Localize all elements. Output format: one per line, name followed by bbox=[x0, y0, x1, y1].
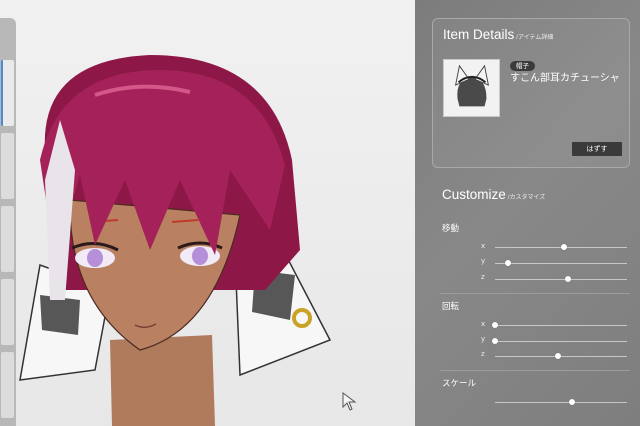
rotate-x-knob[interactable] bbox=[492, 322, 498, 328]
move-z-knob[interactable] bbox=[564, 276, 571, 282]
customize-title: Customize/カスタマイズ bbox=[442, 187, 546, 202]
rotate-y-label: y bbox=[481, 335, 486, 343]
move-section-label: 移動 bbox=[442, 224, 460, 234]
customize-subtitle: /カスタマイズ bbox=[507, 195, 546, 201]
move-y-slider[interactable] bbox=[495, 260, 627, 266]
move-x-label: x bbox=[481, 242, 486, 250]
rotate-z-knob[interactable] bbox=[555, 353, 562, 359]
category-badge: 帽子 bbox=[510, 61, 535, 71]
rotate-y-knob[interactable] bbox=[492, 338, 498, 344]
section-divider bbox=[440, 370, 630, 371]
move-y-label: y bbox=[481, 257, 486, 265]
move-x-knob[interactable] bbox=[560, 244, 567, 250]
item-details-title: Item Details/アイテム詳細 bbox=[443, 27, 554, 42]
rotate-z-slider[interactable] bbox=[495, 353, 627, 359]
item-details-card: Item Details/アイテム詳細 帽子 すこん部耳カチューシャ はずす bbox=[432, 18, 630, 168]
character-viewport[interactable] bbox=[0, 0, 415, 426]
headband-thumbnail-icon bbox=[454, 64, 490, 107]
rotate-section-label: 回転 bbox=[442, 302, 460, 312]
scale-knob[interactable] bbox=[568, 399, 575, 405]
item-details-subtitle: /アイテム詳細 bbox=[516, 35, 554, 41]
move-y-knob[interactable] bbox=[505, 260, 512, 266]
scale-slider[interactable] bbox=[495, 399, 627, 405]
scale-section-label: スケール bbox=[442, 379, 477, 389]
character-preview[interactable] bbox=[0, 0, 415, 426]
remove-item-button[interactable]: はずす bbox=[572, 142, 622, 156]
section-divider bbox=[440, 293, 630, 294]
rotate-z-label: z bbox=[481, 350, 485, 358]
mouse-cursor-icon bbox=[342, 392, 357, 411]
rotate-x-label: x bbox=[481, 320, 486, 328]
item-thumbnail[interactable] bbox=[443, 59, 500, 117]
move-z-label: z bbox=[481, 273, 485, 281]
rotate-y-slider[interactable] bbox=[492, 338, 627, 344]
move-x-slider[interactable] bbox=[495, 244, 627, 250]
item-panel: Item Details/アイテム詳細 帽子 すこん部耳カチューシャ はずす C… bbox=[415, 0, 640, 426]
rotate-x-slider[interactable] bbox=[492, 322, 627, 328]
move-z-slider[interactable] bbox=[495, 276, 627, 282]
item-name: すこん部耳カチューシャ bbox=[510, 73, 620, 84]
